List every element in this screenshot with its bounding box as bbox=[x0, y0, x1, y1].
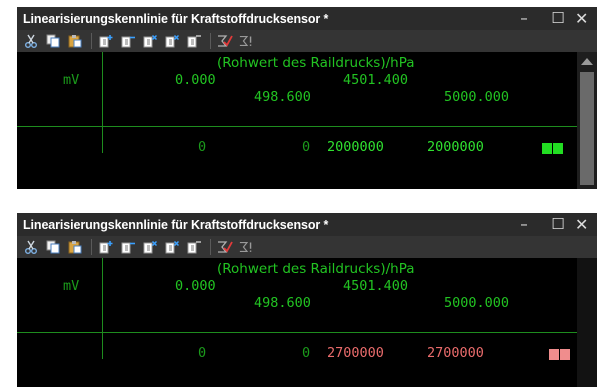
status-marker bbox=[560, 349, 570, 360]
x-breakpoint-cell[interactable]: 498.600 bbox=[254, 89, 311, 105]
toolbar-separator bbox=[210, 239, 211, 255]
value-cell[interactable]: 2000000 bbox=[327, 139, 384, 155]
close-button[interactable]: ✕ bbox=[575, 213, 597, 236]
paste-icon[interactable] bbox=[67, 33, 83, 49]
sigma-icon[interactable] bbox=[239, 239, 255, 255]
value-cell[interactable]: 0 bbox=[198, 139, 206, 155]
insert-row-icon[interactable] bbox=[164, 33, 180, 49]
toolbar bbox=[17, 236, 597, 258]
x-breakpoint-cell[interactable]: 4501.400 bbox=[343, 278, 408, 294]
toolbar-separator bbox=[91, 239, 92, 255]
minimize-button[interactable]: – bbox=[507, 7, 541, 30]
status-marker bbox=[553, 143, 563, 154]
calibration-window-1: Linearisierungskennlinie für Kraftstoffd… bbox=[17, 7, 597, 189]
insert-column-icon[interactable] bbox=[98, 239, 114, 255]
calibration-window-2: Linearisierungskennlinie für Kraftstoffd… bbox=[17, 213, 597, 387]
y-axis-label: mV bbox=[63, 278, 80, 294]
scrollbar-thumb[interactable] bbox=[580, 72, 594, 185]
check-sum-icon[interactable] bbox=[217, 33, 233, 49]
value-cell[interactable]: 0 bbox=[302, 345, 310, 361]
minimize-button[interactable]: – bbox=[507, 213, 541, 236]
x-breakpoint-cell[interactable]: 5000.000 bbox=[444, 89, 509, 105]
paste-icon[interactable] bbox=[67, 239, 83, 255]
x-breakpoint-cell[interactable]: 5000.000 bbox=[444, 295, 509, 311]
clear-column-icon[interactable] bbox=[142, 239, 158, 255]
cut-icon[interactable] bbox=[23, 33, 39, 49]
delete-column-icon[interactable] bbox=[120, 33, 136, 49]
check-sum-icon[interactable] bbox=[217, 239, 233, 255]
status-marker bbox=[542, 143, 552, 154]
grid-divider bbox=[102, 258, 103, 359]
value-cell[interactable]: 0 bbox=[198, 345, 206, 361]
x-breakpoint-cell[interactable]: 0.000 bbox=[175, 278, 216, 294]
title-bar[interactable]: Linearisierungskennlinie für Kraftstoffd… bbox=[17, 7, 597, 30]
window-title: Linearisierungskennlinie für Kraftstoffd… bbox=[23, 217, 329, 232]
maximize-button[interactable]: ☐ bbox=[541, 7, 575, 30]
toolbar-separator bbox=[210, 33, 211, 49]
x-breakpoint-cell[interactable]: 498.600 bbox=[254, 295, 311, 311]
toolbar-separator bbox=[91, 33, 92, 49]
value-cell[interactable]: 2700000 bbox=[427, 345, 484, 361]
grid-divider bbox=[102, 52, 103, 153]
value-cell[interactable]: 2700000 bbox=[327, 345, 384, 361]
x-breakpoint-cell[interactable]: 4501.400 bbox=[343, 72, 408, 88]
x-axis-label: (Rohwert des Raildrucks)/hPa bbox=[217, 55, 415, 71]
copy-icon[interactable] bbox=[45, 239, 61, 255]
y-axis-label: mV bbox=[63, 72, 80, 88]
calibration-table: (Rohwert des Raildrucks)/hPa mV 0.000 45… bbox=[17, 258, 577, 387]
value-cell[interactable]: 0 bbox=[302, 139, 310, 155]
sigma-icon[interactable] bbox=[239, 33, 255, 49]
insert-column-icon[interactable] bbox=[98, 33, 114, 49]
close-button[interactable]: ✕ bbox=[575, 7, 597, 30]
cut-icon[interactable] bbox=[23, 239, 39, 255]
x-axis-label: (Rohwert des Raildrucks)/hPa bbox=[217, 261, 415, 277]
calibration-table: (Rohwert des Raildrucks)/hPa mV 0.000 45… bbox=[17, 52, 577, 189]
status-marker bbox=[549, 349, 559, 360]
window-title: Linearisierungskennlinie für Kraftstoffd… bbox=[23, 11, 329, 26]
copy-icon[interactable] bbox=[45, 33, 61, 49]
delete-row-icon[interactable] bbox=[186, 33, 202, 49]
x-breakpoint-cell[interactable]: 0.000 bbox=[175, 72, 216, 88]
grid-divider bbox=[17, 126, 577, 127]
toolbar bbox=[17, 30, 597, 52]
insert-row-icon[interactable] bbox=[164, 239, 180, 255]
title-bar[interactable]: Linearisierungskennlinie für Kraftstoffd… bbox=[17, 213, 597, 236]
scroll-up-icon[interactable] bbox=[581, 58, 593, 65]
delete-column-icon[interactable] bbox=[120, 239, 136, 255]
clear-column-icon[interactable] bbox=[142, 33, 158, 49]
value-cell[interactable]: 2000000 bbox=[427, 139, 484, 155]
grid-divider bbox=[17, 332, 577, 333]
delete-row-icon[interactable] bbox=[186, 239, 202, 255]
vertical-scrollbar[interactable] bbox=[577, 52, 597, 189]
maximize-button[interactable]: ☐ bbox=[541, 213, 575, 236]
